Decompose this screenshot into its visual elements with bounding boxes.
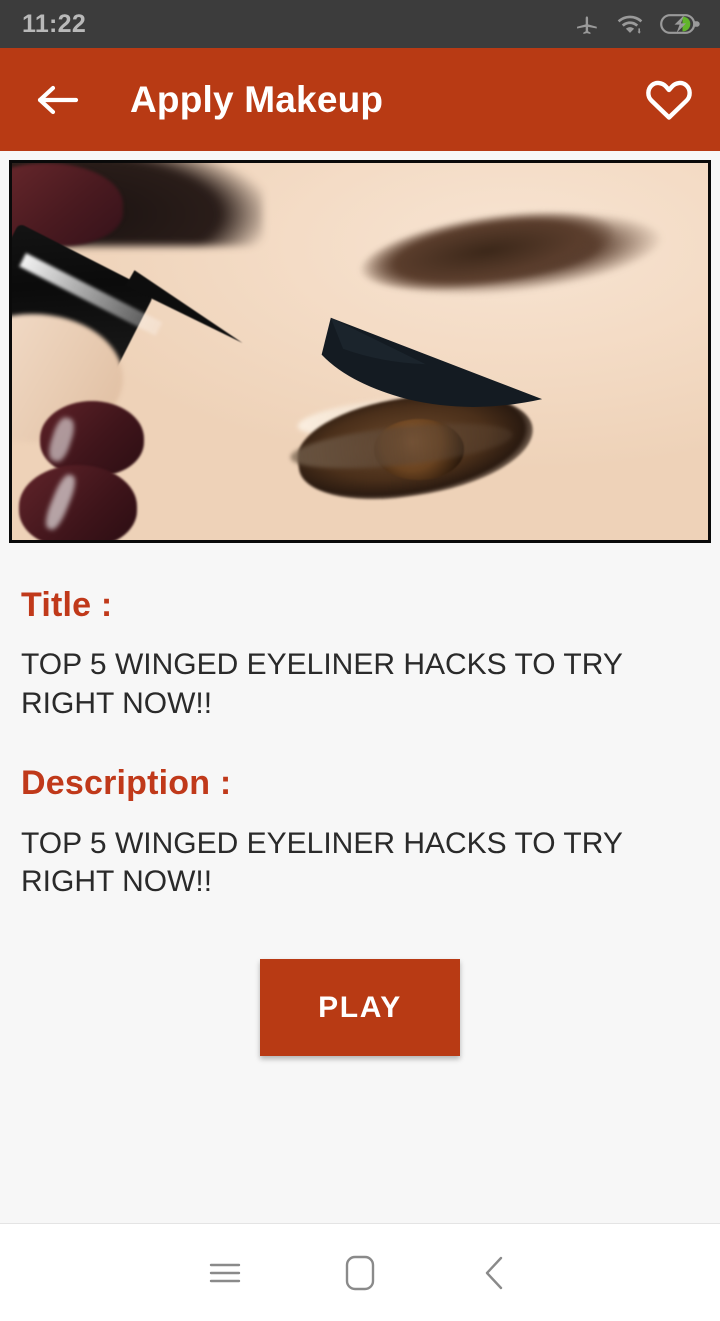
photo-winged-liner-layer: [242, 310, 548, 446]
status-bar-icons: [574, 11, 702, 37]
content-area: Title : TOP 5 WINGED EYELINER HACKS TO T…: [0, 151, 720, 1223]
menu-icon: [208, 1259, 242, 1287]
battery-charging-icon: [660, 12, 702, 36]
back-button[interactable]: [34, 77, 80, 123]
play-button[interactable]: PLAY: [260, 959, 460, 1057]
description-label: Description :: [21, 764, 232, 803]
app-bar: Apply Makeup: [0, 48, 720, 151]
home-button[interactable]: [293, 1224, 428, 1321]
wifi-icon: [616, 11, 644, 37]
title-label: Title :: [21, 586, 113, 624]
tutorial-thumbnail[interactable]: [9, 160, 711, 543]
title-value: TOP 5 WINGED EYELINER HACKS TO TRY RIGHT…: [21, 648, 623, 720]
favorite-button[interactable]: [644, 75, 694, 125]
system-navigation-bar: [0, 1223, 720, 1321]
square-rounded-icon: [343, 1253, 377, 1293]
nav-back-button[interactable]: [428, 1224, 563, 1321]
play-button-row: PLAY: [21, 959, 699, 1057]
description-value: TOP 5 WINGED EYELINER HACKS TO TRY RIGHT…: [21, 826, 623, 898]
app-screen: 11:22 Apply Makeup Title: TOP 5 WINGED …: [0, 0, 720, 1321]
eyeliner-photo: [12, 163, 708, 540]
recents-button[interactable]: [158, 1224, 293, 1321]
photo-nail-one: [39, 400, 145, 476]
page-title: Apply Makeup: [130, 78, 384, 120]
chevron-left-icon: [480, 1253, 510, 1293]
status-bar-clock: 11:22: [22, 9, 87, 38]
details-section: Title : TOP 5 WINGED EYELINER HACKS TO T…: [0, 543, 720, 1223]
status-bar: 11:22: [0, 0, 720, 48]
airplane-mode-icon: [574, 11, 600, 37]
